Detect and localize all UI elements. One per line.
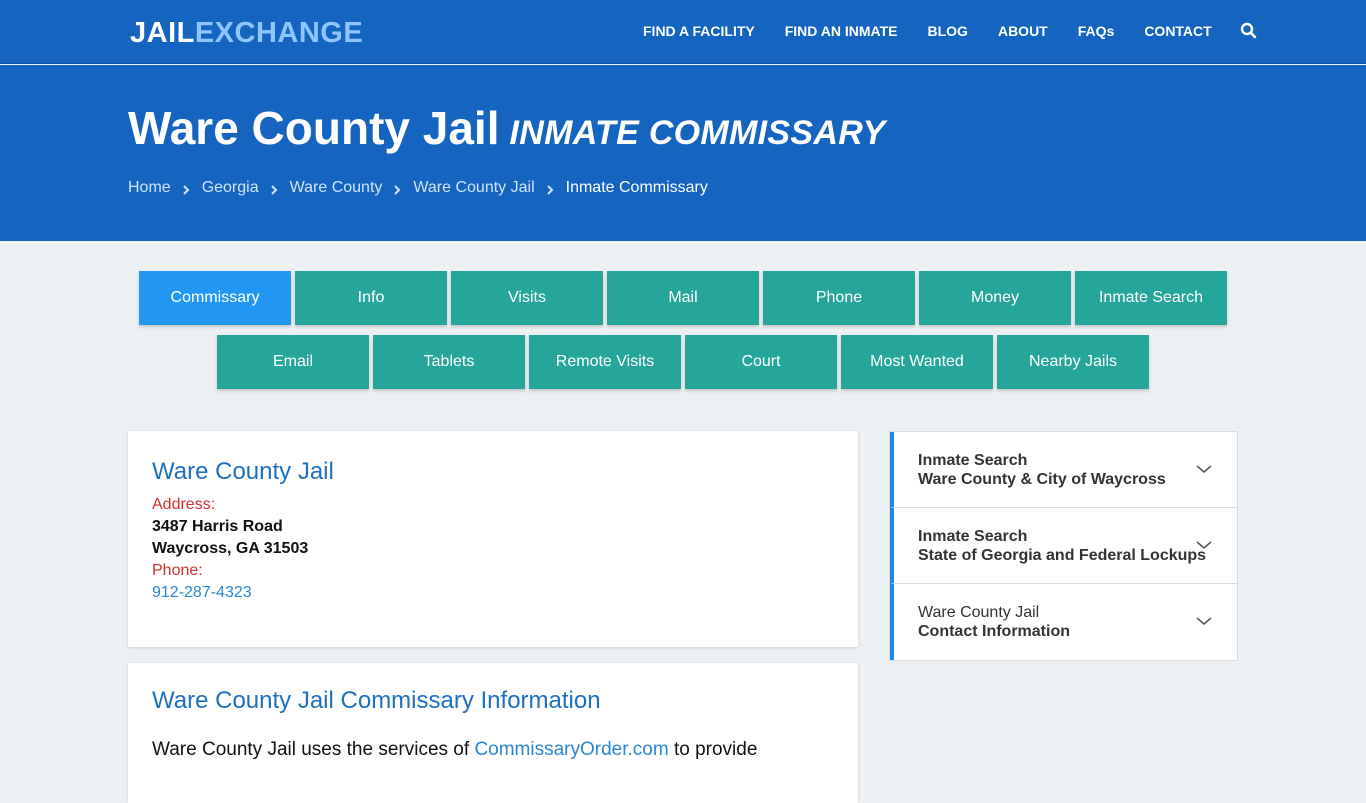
chevron-right-icon [269,182,279,195]
accordion-line2: State of Georgia and Federal Lockups [918,547,1207,564]
page-hero: Ware County Jail INMATE COMMISSARY Home G… [0,65,1366,241]
tab-row-2: Email Tablets Remote Visits Court Most W… [0,335,1366,389]
accordion-line2: Ware County & City of Waycross [918,471,1166,488]
commissary-title: Ware County Jail Commissary Information [152,687,601,714]
commissary-order-link[interactable]: CommissaryOrder.com [474,739,668,760]
chevron-down-icon[interactable] [1195,462,1213,474]
logo-part-exchange: EXCHANGE [194,17,364,49]
top-navbar: JAILEXCHANGE FIND A FACILITY FIND AN INM… [0,0,1366,64]
commissary-card: Ware County Jail Commissary Information … [128,663,858,803]
address-label: Address: [152,496,216,513]
logo-part-jail: JAIL [130,17,195,49]
sidebar-accordion: Inmate Search Ware County & City of Wayc… [889,431,1238,661]
chevron-right-icon [181,182,191,195]
nav-faqs[interactable]: FAQs [1078,22,1115,40]
accordion-line2: Contact Information [918,623,1070,640]
facility-card: Ware County Jail Address: 3487 Harris Ro… [128,431,858,647]
tab-inmate-search[interactable]: Inmate Search [1075,271,1227,325]
accordion-line1: Ware County Jail [918,604,1040,621]
accordion-line1: Inmate Search [918,452,1028,469]
chevron-down-icon[interactable] [1195,614,1213,626]
tab-phone[interactable]: Phone [763,271,915,325]
tab-commissary[interactable]: Commissary [139,271,291,325]
tab-court[interactable]: Court [685,335,837,389]
breadcrumb-current: Inmate Commissary [565,179,708,196]
tab-tablets[interactable]: Tablets [373,335,525,389]
commissary-text-after: to provide [668,739,758,760]
tab-visits[interactable]: Visits [451,271,603,325]
accordion-line1: Inmate Search [918,528,1028,545]
nav-find-a-facility[interactable]: FIND A FACILITY [643,22,755,40]
tab-remote-visits[interactable]: Remote Visits [529,335,681,389]
accordion-inmate-search-state[interactable]: Inmate Search State of Georgia and Feder… [890,508,1237,584]
address-city: Waycross, GA 31503 [152,540,309,557]
breadcrumb-home[interactable]: Home [128,178,171,198]
page-title: Ware County Jail INMATE COMMISSARY [128,101,885,160]
breadcrumb-county[interactable]: Ware County [290,178,383,198]
chevron-right-icon [392,182,402,195]
phone-link[interactable]: 912-287-4323 [152,582,834,604]
tab-row-1: Commissary Info Visits Mail Phone Money … [0,271,1366,325]
address-street: 3487 Harris Road [152,518,283,535]
facility-tabs: Commissary Info Visits Mail Phone Money … [0,271,1366,399]
page-title-main: Ware County Jail [128,102,500,154]
nav-find-an-inmate[interactable]: FIND AN INMATE [785,22,898,40]
tab-nearby-jails[interactable]: Nearby Jails [997,335,1149,389]
site-logo[interactable]: JAILEXCHANGE [130,16,363,50]
breadcrumb-facility[interactable]: Ware County Jail [413,178,534,198]
tab-email[interactable]: Email [217,335,369,389]
tab-money[interactable]: Money [919,271,1071,325]
chevron-right-icon [545,182,555,195]
nav-about[interactable]: ABOUT [998,22,1048,40]
phone-label: Phone: [152,562,203,579]
page-subtitle: INMATE COMMISSARY [509,114,886,152]
nav-blog[interactable]: BLOG [928,22,968,40]
facility-name: Ware County Jail [152,458,334,485]
search-icon[interactable] [1240,22,1258,40]
tab-mail[interactable]: Mail [607,271,759,325]
accordion-contact-information[interactable]: Ware County Jail Contact Information [890,584,1237,660]
chevron-down-icon[interactable] [1195,538,1213,550]
tab-info[interactable]: Info [295,271,447,325]
nav-contact[interactable]: CONTACT [1144,22,1211,40]
breadcrumb: Home Georgia Ware County Ware County Jai… [128,178,708,198]
commissary-text: Ware County Jail uses the services of Co… [152,737,834,763]
tab-most-wanted[interactable]: Most Wanted [841,335,993,389]
main-nav: FIND A FACILITY FIND AN INMATE BLOG ABOU… [643,22,1258,40]
breadcrumb-state[interactable]: Georgia [202,178,259,198]
commissary-text-before: Ware County Jail uses the services of [152,739,475,760]
accordion-inmate-search-county[interactable]: Inmate Search Ware County & City of Wayc… [890,432,1237,508]
